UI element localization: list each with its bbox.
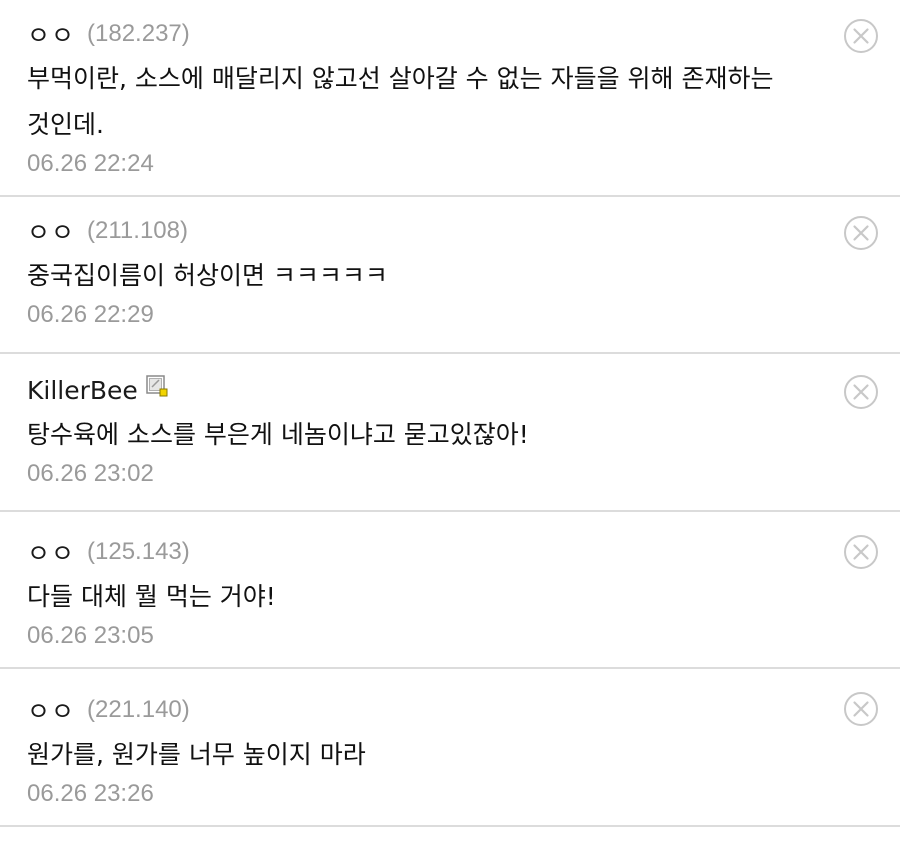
member-badge-icon [146, 375, 168, 397]
comment-ip: (211.108) [87, 217, 188, 244]
comment-meta: ㅇㅇ (182.237) [27, 16, 840, 52]
comment-meta: ㅇㅇ (211.108) [27, 213, 840, 249]
comment-ip: (125.143) [87, 538, 190, 565]
comment-text: 부먹이란, 소스에 매달리지 않고선 살아갈 수 없는 자들을 위해 존재하는 … [27, 64, 774, 139]
comment-ip: (221.140) [87, 696, 190, 723]
comment-author[interactable]: ㅇㅇ [27, 692, 75, 728]
comment-text: 원가를, 원가를 너무 높이지 마라 [27, 740, 366, 769]
comment-item: ㅇㅇ (182.237) 부먹이란, 소스에 매달리지 않고선 살아갈 수 없는… [0, 0, 900, 197]
comment-author[interactable]: ㅇㅇ [27, 16, 75, 52]
comment-item: KillerBee 탕수육에 소스를 부은게 네놈이냐고 묻고있잖아! 06.2… [0, 354, 900, 512]
comment-item: ㅇㅇ (125.143) 다들 대체 뭘 먹는 거야! 06.26 23:05 [0, 512, 900, 669]
comment-date: 06.26 23:05 [27, 622, 154, 649]
comment-author[interactable]: KillerBee [27, 376, 138, 405]
comment-text: 중국집이름이 허상이면 ㅋㅋㅋㅋㅋ [27, 261, 388, 290]
comment-text: 다들 대체 뭘 먹는 거야! [27, 582, 276, 611]
comment-author[interactable]: ㅇㅇ [27, 213, 75, 249]
comment-text: 탕수육에 소스를 부은게 네놈이냐고 묻고있잖아! [27, 420, 529, 449]
comment-meta: ㅇㅇ (221.140) [27, 692, 840, 728]
comment-meta: KillerBee [27, 372, 840, 408]
comment-list: ㅇㅇ (182.237) 부먹이란, 소스에 매달리지 않고선 살아갈 수 없는… [0, 0, 900, 827]
comment-item: ㅇㅇ (221.140) 원가를, 원가를 너무 높이지 마라 06.26 23… [0, 669, 900, 827]
comment-date: 06.26 23:26 [27, 780, 154, 807]
close-circle-icon[interactable] [843, 534, 879, 570]
close-circle-icon[interactable] [843, 18, 879, 54]
comment-date: 06.26 22:24 [27, 150, 154, 177]
close-circle-icon[interactable] [843, 215, 879, 251]
comment-date: 06.26 22:29 [27, 301, 154, 328]
close-circle-icon[interactable] [843, 374, 879, 410]
comment-meta: ㅇㅇ (125.143) [27, 534, 840, 570]
comment-date: 06.26 23:02 [27, 460, 154, 487]
comment-ip: (182.237) [87, 20, 190, 47]
comment-author[interactable]: ㅇㅇ [27, 534, 75, 570]
close-circle-icon[interactable] [843, 691, 879, 727]
comment-item: ㅇㅇ (211.108) 중국집이름이 허상이면 ㅋㅋㅋㅋㅋ 06.26 22:… [0, 197, 900, 354]
